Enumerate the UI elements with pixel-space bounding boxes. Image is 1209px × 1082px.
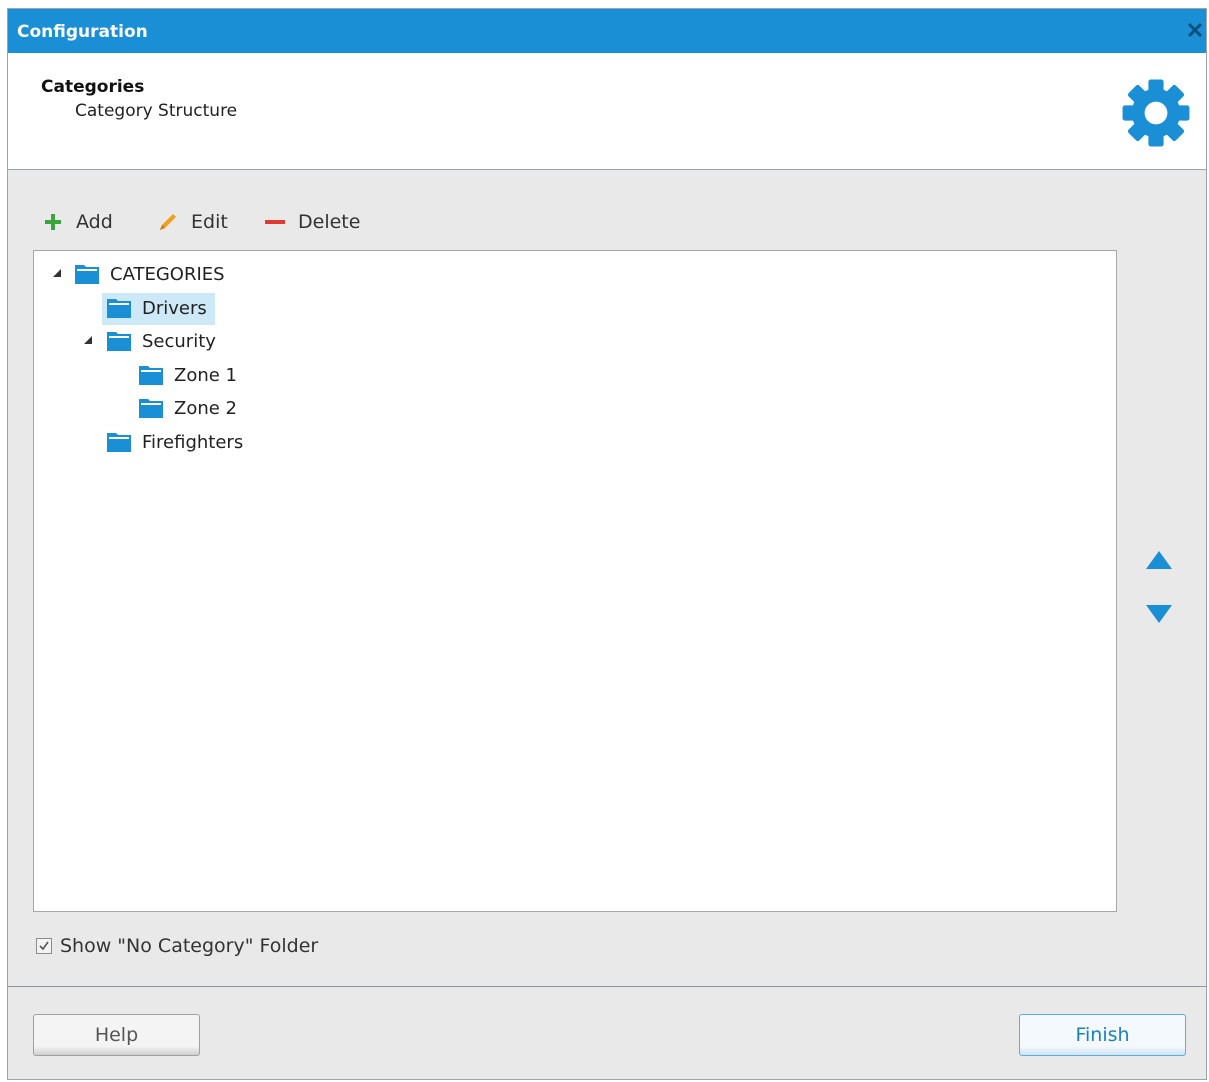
- checkmark-icon: [39, 941, 49, 951]
- plus-icon: [42, 211, 64, 233]
- edit-label: Edit: [191, 211, 228, 233]
- delete-label: Delete: [298, 211, 361, 233]
- expand-security-icon[interactable]: [83, 335, 93, 345]
- window-title: Configuration: [17, 22, 148, 42]
- tree-node-label: Zone 2: [174, 397, 237, 419]
- tree-node-zone-2[interactable]: Zone 2: [138, 393, 241, 423]
- folder-icon: [75, 265, 99, 284]
- tree-node-label: Zone 1: [174, 364, 237, 386]
- add-button[interactable]: Add: [42, 209, 113, 235]
- folder-icon: [139, 399, 163, 418]
- footer-divider: [8, 986, 1206, 987]
- help-button[interactable]: Help: [33, 1014, 200, 1056]
- edit-button[interactable]: Edit: [157, 209, 228, 235]
- tree-node-drivers[interactable]: Drivers: [102, 293, 215, 325]
- tree-node-label: CATEGORIES: [110, 263, 225, 285]
- close-icon[interactable]: [1184, 19, 1206, 41]
- page-subtitle: Category Structure: [75, 101, 238, 121]
- pencil-icon: [157, 211, 179, 233]
- configuration-window: Configuration Categories Category Struct…: [7, 8, 1207, 1080]
- tree-node-zone-1[interactable]: Zone 1: [138, 360, 241, 390]
- category-tree[interactable]: CATEGORIES Drivers Security Zone 1 Zone …: [33, 250, 1117, 912]
- tree-node-label: Security: [142, 330, 216, 352]
- add-label: Add: [76, 211, 113, 233]
- checkbox-label: Show "No Category" Folder: [60, 935, 319, 957]
- folder-icon: [107, 433, 131, 452]
- folder-icon: [107, 299, 131, 318]
- move-up-button[interactable]: [1145, 549, 1173, 571]
- title-bar: Configuration: [8, 9, 1206, 53]
- expand-root-icon[interactable]: [52, 268, 62, 278]
- folder-icon: [139, 366, 163, 385]
- finish-button[interactable]: Finish: [1019, 1014, 1186, 1056]
- page-title: Categories: [41, 77, 145, 97]
- tree-node-label: Drivers: [142, 297, 207, 319]
- tree-node-categories[interactable]: CATEGORIES: [74, 259, 229, 289]
- move-down-button[interactable]: [1145, 603, 1173, 625]
- header-panel: Categories Category Structure: [8, 53, 1206, 170]
- show-no-category-checkbox[interactable]: Show "No Category" Folder: [36, 935, 318, 957]
- tree-node-security[interactable]: Security: [106, 326, 220, 356]
- folder-icon: [107, 332, 131, 351]
- tree-node-firefighters[interactable]: Firefighters: [106, 427, 247, 457]
- minus-icon: [264, 211, 286, 233]
- delete-button[interactable]: Delete: [264, 209, 360, 235]
- checkbox-box[interactable]: [36, 938, 52, 954]
- tree-node-label: Firefighters: [142, 431, 244, 453]
- gear-icon: [1122, 79, 1190, 147]
